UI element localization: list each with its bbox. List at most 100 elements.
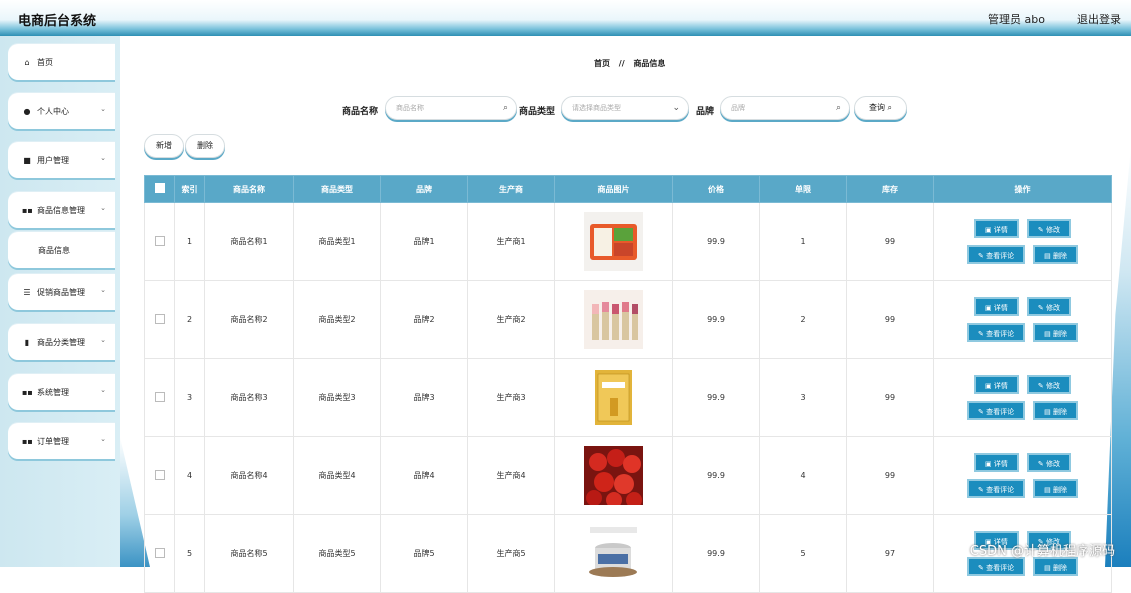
delete-button[interactable]: ▤ 删除 (1033, 401, 1078, 420)
delete-button[interactable]: ▤ 删除 (1033, 479, 1078, 498)
product-name-input[interactable]: 商品名称 ⌕ (385, 96, 517, 120)
column-header: 操作 (933, 175, 1112, 203)
detail-button[interactable]: ▣ 详情 (974, 453, 1019, 472)
sidebar-item-label: 用户管理 (37, 155, 69, 165)
detail-icon: ▣ (985, 382, 994, 390)
trash-icon: ▤ (1044, 564, 1053, 572)
view-reviews-button[interactable]: ✎ 查看评论 (967, 245, 1026, 264)
cell-index: 5 (174, 514, 205, 593)
breadcrumb-separator: // (618, 59, 625, 68)
detail-icon: ▣ (985, 226, 994, 234)
sidebar-item-home[interactable]: ⌂ 首页 (8, 44, 115, 80)
watermark: CSDN @计算机程序源码 (969, 544, 1115, 559)
edit-button[interactable]: ✎ 修改 (1026, 219, 1071, 238)
batch-delete-button[interactable]: 删除 (185, 134, 225, 158)
cell-stock: 99 (846, 280, 934, 359)
chevron-down-icon: ⌄ (100, 154, 106, 162)
cell-limit: 5 (759, 514, 847, 593)
sidebar-item-label: 个人中心 (37, 106, 69, 116)
sidebar-item-profile[interactable]: ● 个人中心 ⌄ (8, 93, 115, 129)
delete-button[interactable]: ▤ 删除 (1033, 323, 1078, 342)
view-reviews-button[interactable]: ✎ 查看评论 (967, 479, 1026, 498)
cell-name: 商品名称1 (204, 202, 294, 281)
breadcrumb: 首页 // 商品信息 (594, 58, 665, 69)
category-icon: ▮ (24, 337, 30, 347)
sidebar-item-orders[interactable]: ▪▪ 订单管理 ⌄ (8, 423, 115, 459)
select-all-cell[interactable] (144, 175, 175, 203)
product-name-placeholder: 商品名称 (396, 104, 424, 112)
logout-link[interactable]: 退出登录 (1077, 11, 1121, 27)
edit-icon: ✎ (1037, 382, 1046, 390)
sidebar-item-users[interactable]: ■ 用户管理 ⌄ (8, 142, 115, 178)
search-icon: ⌕ (502, 103, 508, 113)
edit-button[interactable]: ✎ 修改 (1026, 297, 1071, 316)
select-all-checkbox[interactable] (154, 183, 165, 193)
sidebar-item-product-info[interactable]: ▪▪ 商品信息管理 ⌄ (8, 192, 115, 228)
column-header: 商品名称 (204, 175, 294, 203)
sidebar-item-label: 系统管理 (37, 387, 69, 397)
cell-maker: 生产商2 (467, 280, 555, 359)
breadcrumb-home[interactable]: 首页 (594, 59, 610, 68)
sidebar-subitem-product-info[interactable]: 商品信息 (8, 232, 115, 268)
main-content: 首页 // 商品信息 商品名称 商品名称 ⌕ 商品类型 请选择商品类型 ⌄ 品牌… (120, 36, 1131, 593)
column-header: 商品类型 (293, 175, 381, 203)
sidebar-item-promotion[interactable]: ☰ 促销商品管理 ⌄ (8, 274, 115, 310)
product-type-select[interactable]: 请选择商品类型 ⌄ (561, 96, 689, 120)
trash-icon: ▤ (1044, 252, 1053, 260)
row-checkbox[interactable] (154, 391, 165, 402)
view-reviews-button[interactable]: ✎ 查看评论 (967, 401, 1026, 420)
cell-maker: 生产商3 (467, 358, 555, 437)
product-image-lipsticks (584, 290, 643, 349)
brand-input[interactable]: 品牌 ⌕ (720, 96, 850, 120)
product-image-cherries (584, 446, 643, 505)
detail-button[interactable]: ▣ 详情 (974, 297, 1019, 316)
query-button[interactable]: 查询 ⌕ (854, 96, 907, 120)
row-checkbox[interactable] (154, 469, 165, 480)
cell-brand: 品牌5 (380, 514, 468, 593)
column-header: 价格 (672, 175, 760, 203)
view-reviews-button[interactable]: ✎ 查看评论 (967, 323, 1026, 342)
delete-button[interactable]: ▤ 删除 (1033, 245, 1078, 264)
cell-name: 商品名称5 (204, 514, 294, 593)
row-checkbox[interactable] (154, 313, 165, 324)
cell-index: 1 (174, 202, 205, 281)
column-header: 索引 (174, 175, 205, 203)
cell-price: 99.9 (672, 202, 760, 281)
product-table: 索引 商品名称 商品类型 品牌 生产商 商品图片 价格 单限 库存 操作 1 商… (144, 175, 1112, 593)
order-icon: ▪▪ (22, 436, 33, 446)
chevron-down-icon: ⌄ (100, 204, 106, 212)
cell-type: 商品类型5 (293, 514, 381, 593)
product-image-rice-cooker (584, 524, 643, 583)
sidebar-item-label: 首页 (37, 57, 53, 67)
table-row: 1 商品名称1 商品类型1 品牌1 生产商1 99.9 1 99 ▣ 详情 ✎ … (144, 202, 1112, 281)
edit-button[interactable]: ✎ 修改 (1026, 453, 1071, 472)
cell-stock: 99 (846, 358, 934, 437)
cell-limit: 2 (759, 280, 847, 359)
detail-icon: ▣ (985, 304, 994, 312)
add-button[interactable]: 新增 (144, 134, 184, 158)
edit-button[interactable]: ✎ 修改 (1026, 375, 1071, 394)
product-type-placeholder: 请选择商品类型 (572, 104, 621, 112)
detail-button[interactable]: ▣ 详情 (974, 219, 1019, 238)
cell-price: 99.9 (672, 358, 760, 437)
row-checkbox[interactable] (154, 235, 165, 246)
cell-index: 3 (174, 358, 205, 437)
sidebar: ⌂ 首页 ● 个人中心 ⌄ ■ 用户管理 ⌄ ▪▪ 商品信息管理 ⌄ 商品信息 … (0, 36, 120, 567)
chevron-down-icon: ⌄ (100, 105, 106, 113)
detail-button[interactable]: ▣ 详情 (974, 375, 1019, 394)
table-row: 4 商品名称4 商品类型4 品牌4 生产商4 99.9 4 99 ▣ 详情 ✎ … (144, 436, 1112, 515)
cell-type: 商品类型3 (293, 358, 381, 437)
table-row: 5 商品名称5 商品类型5 品牌5 生产商5 99.9 5 97 ▣ 详情 ✎ … (144, 514, 1112, 593)
column-header: 库存 (846, 175, 934, 203)
sidebar-item-category[interactable]: ▮ 商品分类管理 ⌄ (8, 324, 115, 360)
product-name-label: 商品名称 (342, 107, 379, 117)
cell-limit: 3 (759, 358, 847, 437)
cell-index: 4 (174, 436, 205, 515)
row-checkbox[interactable] (154, 547, 165, 558)
product-image-book (584, 368, 643, 427)
product-type-label: 商品类型 (519, 107, 556, 117)
column-header: 品牌 (380, 175, 468, 203)
table-row: 2 商品名称2 商品类型2 品牌2 生产商2 99.9 2 99 ▣ 详情 ✎ … (144, 280, 1112, 359)
sidebar-item-system[interactable]: ▪▪ 系统管理 ⌄ (8, 374, 115, 410)
cell-name: 商品名称4 (204, 436, 294, 515)
